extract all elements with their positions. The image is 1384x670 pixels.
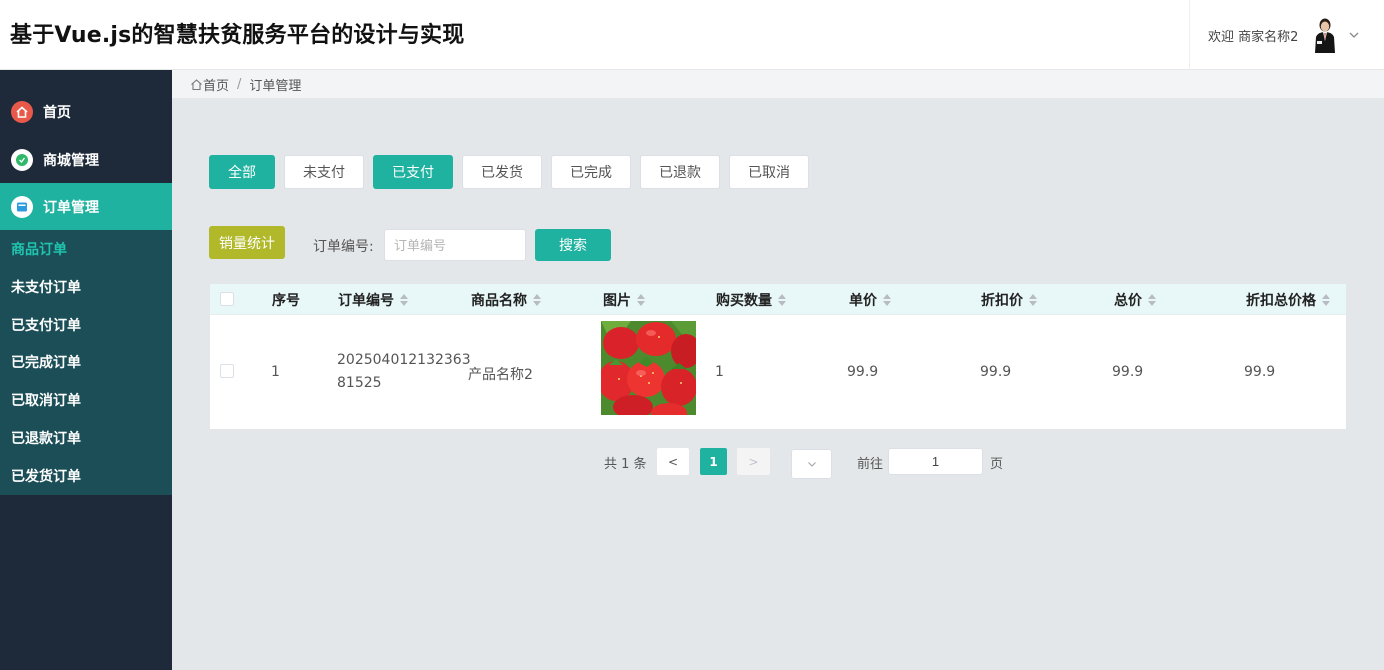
goto-label: 前往: [857, 457, 884, 472]
sort-icon[interactable]: [1029, 293, 1037, 306]
tab-cancelled[interactable]: 已取消: [729, 155, 809, 189]
submenu-item-product-orders[interactable]: 商品订单: [0, 230, 172, 268]
breadcrumb-home[interactable]: 首页: [203, 75, 229, 94]
submenu-item-refunded[interactable]: 已退款订单: [0, 419, 172, 457]
submenu-item-unpaid[interactable]: 未支付订单: [0, 268, 172, 306]
sidebar-item-orders[interactable]: 订单管理: [0, 183, 172, 230]
column-header[interactable]: 折扣总价格: [1246, 284, 1330, 315]
prev-page-button[interactable]: <: [657, 448, 689, 475]
order-icon: [11, 195, 33, 218]
sidebar-item-label: 商城管理: [43, 152, 99, 169]
row-checkbox[interactable]: [220, 364, 234, 378]
sort-icon[interactable]: [533, 293, 541, 306]
search-button[interactable]: 搜索: [535, 229, 611, 261]
submenu-item-cancelled[interactable]: 已取消订单: [0, 381, 172, 419]
submenu-item-shipped[interactable]: 已发货订单: [0, 457, 172, 495]
tab-paid[interactable]: 已支付: [373, 155, 453, 189]
top-header: 基于Vue.js的智慧扶贫服务平台的设计与实现 欢迎 商家名称2: [0, 0, 1384, 70]
breadcrumb: 首页 / 订单管理: [172, 70, 1384, 98]
column-header[interactable]: 总价: [1114, 284, 1156, 315]
sort-icon[interactable]: [1322, 293, 1330, 306]
sidebar: 首页 商城管理 订单管理 商品订单 未支付订单 已支付订单 已完成订单 已取消订…: [0, 70, 172, 670]
tab-completed[interactable]: 已完成: [551, 155, 631, 189]
cell-product-name: 产品名称2: [468, 367, 533, 383]
select-all-checkbox[interactable]: [220, 292, 234, 306]
column-header[interactable]: 订单编号: [338, 284, 408, 315]
page-unit-label: 页: [990, 457, 1004, 472]
chevron-down-icon[interactable]: [1348, 29, 1360, 41]
tab-unpaid[interactable]: 未支付: [284, 155, 364, 189]
sales-stats-button[interactable]: 销量统计: [209, 226, 285, 259]
goto-page-input[interactable]: [888, 448, 983, 475]
user-menu[interactable]: 欢迎 商家名称2: [1189, 0, 1384, 70]
order-submenu: 商品订单 未支付订单 已支付订单 已完成订单 已取消订单 已退款订单 已发货订单: [0, 230, 172, 495]
shop-icon: [11, 148, 33, 171]
chevron-down-icon: [807, 462, 816, 467]
page-size-select[interactable]: [791, 449, 832, 479]
cell-quantity: 1: [715, 364, 724, 380]
sidebar-item-label: 首页: [43, 104, 71, 121]
cell-total: 99.9: [1112, 364, 1144, 380]
table-header: 序号 订单编号 商品名称 图片 购买数量 单价 折扣价 总价 折扣总价格: [210, 284, 1346, 315]
submenu-item-completed[interactable]: 已完成订单: [0, 343, 172, 381]
orders-table: 序号 订单编号 商品名称 图片 购买数量 单价 折扣价 总价 折扣总价格 1 2…: [210, 284, 1346, 429]
status-tabs: 全部 未支付 已支付 已发货 已完成 已退款 已取消: [209, 155, 818, 189]
cell-order-no: 81525: [337, 375, 382, 391]
table-row[interactable]: 1 202504012132363 81525 产品名称2 1 99.9 99.…: [210, 315, 1346, 429]
sort-icon[interactable]: [778, 293, 786, 306]
page-number-button[interactable]: 1: [700, 448, 727, 475]
product-image[interactable]: [601, 321, 696, 415]
avatar-image: [1315, 18, 1336, 53]
home-icon: [11, 100, 33, 123]
sidebar-item-mall[interactable]: 商城管理: [0, 136, 172, 183]
order-no-label: 订单编号:: [313, 239, 374, 255]
breadcrumb-separator: /: [237, 76, 242, 92]
cell-discount-price: 99.9: [980, 364, 1012, 380]
cell-discount-total: 99.9: [1244, 364, 1276, 380]
sort-icon[interactable]: [400, 293, 408, 306]
column-header: 序号: [272, 292, 300, 309]
avatar[interactable]: [1312, 17, 1338, 53]
submenu-item-paid[interactable]: 已支付订单: [0, 306, 172, 344]
cell-index: 1: [271, 364, 280, 380]
pagination-total: 共 1 条: [604, 457, 647, 472]
breadcrumb-current: 订单管理: [249, 78, 302, 94]
order-no-input[interactable]: [384, 229, 526, 261]
cell-order-no: 202504012132363: [337, 352, 471, 368]
column-header[interactable]: 图片: [603, 284, 645, 315]
sidebar-item-label: 订单管理: [43, 199, 99, 216]
welcome-text: 欢迎 商家名称2: [1208, 29, 1299, 45]
column-header[interactable]: 单价: [849, 284, 891, 315]
sort-icon[interactable]: [883, 293, 891, 306]
tab-shipped[interactable]: 已发货: [462, 155, 542, 189]
tab-refunded[interactable]: 已退款: [640, 155, 720, 189]
home-icon[interactable]: [190, 78, 203, 91]
next-page-button[interactable]: >: [737, 448, 770, 475]
column-header[interactable]: 购买数量: [716, 284, 786, 315]
tab-all[interactable]: 全部: [209, 155, 275, 189]
column-header[interactable]: 折扣价: [981, 284, 1037, 315]
sort-icon[interactable]: [1148, 293, 1156, 306]
cell-unit-price: 99.9: [847, 364, 879, 380]
sort-icon[interactable]: [637, 293, 645, 306]
sidebar-item-home[interactable]: 首页: [0, 88, 172, 135]
column-header[interactable]: 商品名称: [471, 284, 541, 315]
app-title: 基于Vue.js的智慧扶贫服务平台的设计与实现: [10, 23, 465, 48]
